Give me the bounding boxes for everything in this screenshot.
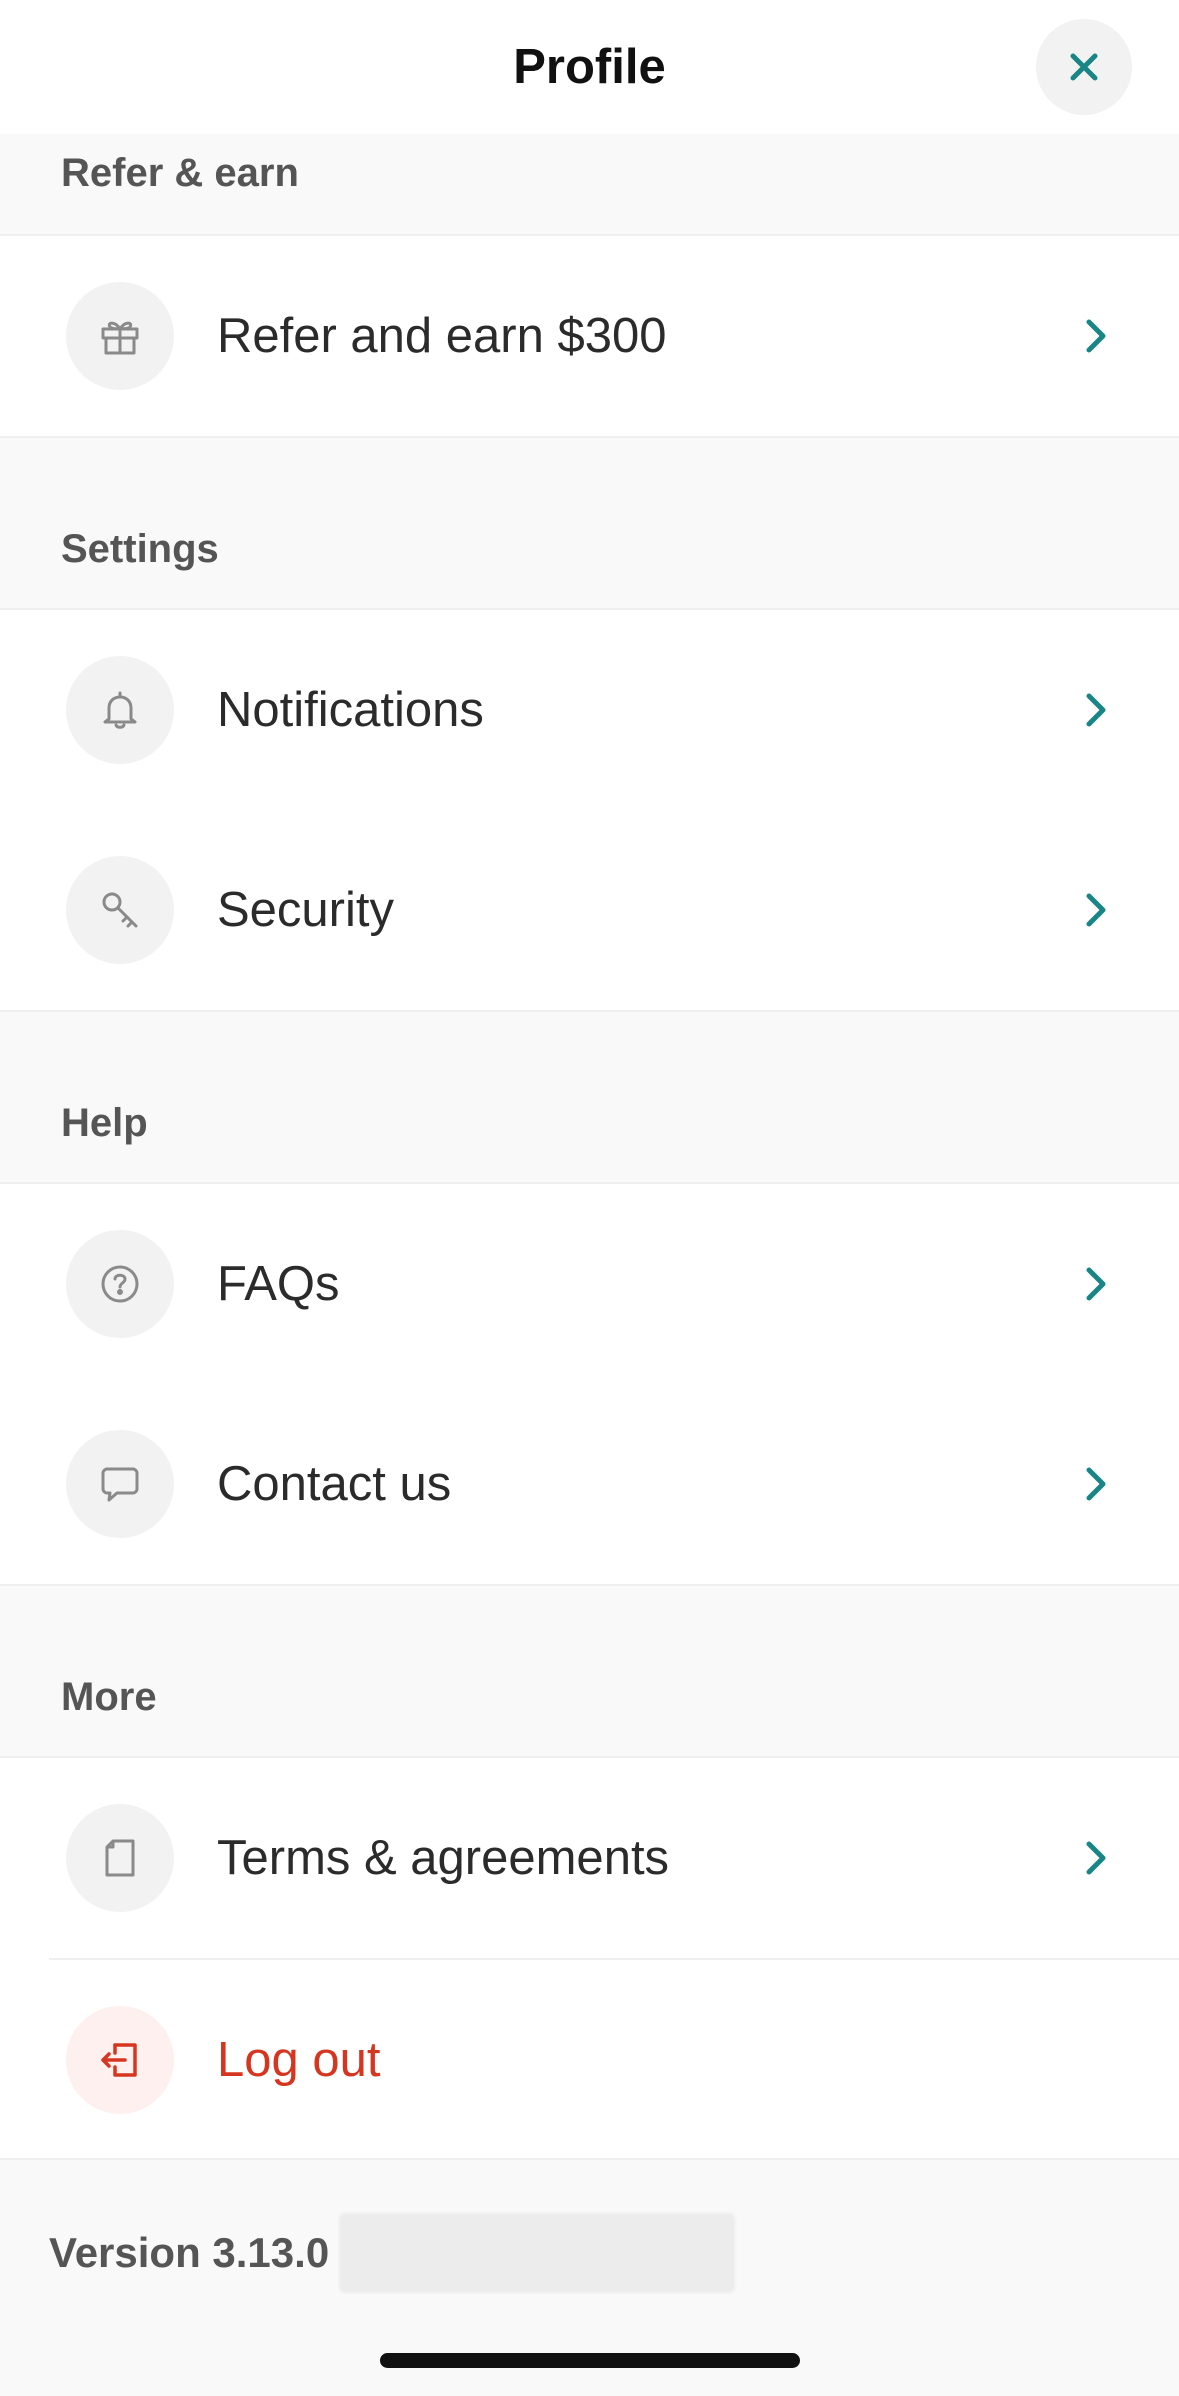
menu-item-faqs[interactable]: FAQs xyxy=(0,1184,1179,1384)
key-icon xyxy=(66,856,174,964)
menu-item-label: FAQs xyxy=(217,1257,340,1311)
menu-item-label: Log out xyxy=(217,2033,381,2087)
bell-icon xyxy=(66,656,174,764)
chevron-right-icon xyxy=(1076,886,1116,934)
section-title-refer: Refer & earn xyxy=(61,151,299,195)
section-title-more: More xyxy=(61,1675,157,1719)
question-circle-icon xyxy=(66,1230,174,1338)
menu-item-label: Security xyxy=(217,883,395,937)
menu-item-refer-and-earn[interactable]: Refer and earn $300 xyxy=(0,236,1179,436)
section-header-more: More xyxy=(0,1586,1179,1756)
menu-item-contact-us[interactable]: Contact us xyxy=(0,1384,1179,1584)
section-header-help: Help xyxy=(0,1012,1179,1182)
group-more: Terms & agreements Log out xyxy=(0,1756,1179,2160)
menu-item-label: Contact us xyxy=(217,1457,452,1511)
section-header-refer: Refer & earn xyxy=(0,134,1179,234)
chevron-right-icon xyxy=(1076,312,1116,360)
menu-item-security[interactable]: Security xyxy=(0,810,1179,1010)
menu-item-log-out[interactable]: Log out xyxy=(0,1960,1179,2160)
logout-icon xyxy=(66,2006,174,2114)
menu-item-label: Notifications xyxy=(217,683,484,737)
group-refer: Refer and earn $300 xyxy=(0,234,1179,438)
menu-item-label: Terms & agreements xyxy=(217,1831,670,1885)
menu-item-notifications[interactable]: Notifications xyxy=(0,610,1179,810)
gift-icon xyxy=(66,282,174,390)
menu-item-terms-agreements[interactable]: Terms & agreements xyxy=(0,1758,1179,1958)
section-title-help: Help xyxy=(61,1101,148,1145)
group-settings: Notifications Security xyxy=(0,608,1179,1012)
home-indicator xyxy=(380,2353,800,2368)
chevron-right-icon xyxy=(1076,1460,1116,1508)
close-icon xyxy=(1068,51,1100,83)
top-bar: Profile xyxy=(0,0,1179,134)
redacted-build-info xyxy=(339,2213,735,2293)
version-label: Version 3.13.0 xyxy=(49,2229,330,2276)
section-title-settings: Settings xyxy=(61,527,219,571)
chevron-right-icon xyxy=(1076,686,1116,734)
document-icon xyxy=(66,1804,174,1912)
page-title: Profile xyxy=(513,40,666,94)
close-button[interactable] xyxy=(1036,19,1132,115)
chevron-right-icon xyxy=(1076,1260,1116,1308)
chat-bubble-icon xyxy=(66,1430,174,1538)
chevron-right-icon xyxy=(1076,1834,1116,1882)
group-help: FAQs Contact us xyxy=(0,1182,1179,1586)
menu-item-label: Refer and earn $300 xyxy=(217,309,667,363)
section-header-settings: Settings xyxy=(0,438,1179,608)
